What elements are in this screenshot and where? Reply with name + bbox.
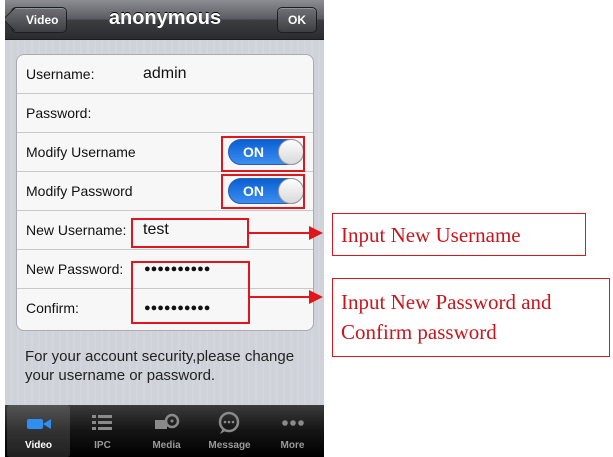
username-value: admin: [143, 65, 187, 82]
username-label: Username:: [26, 66, 95, 82]
password-label: Password:: [26, 105, 92, 121]
username-row: Username: admin: [17, 55, 313, 94]
film-reel-icon: [155, 413, 180, 429]
tab-ipc[interactable]: IPC: [71, 405, 134, 457]
username-arrow-line: [249, 232, 311, 234]
arrow-head-icon: [309, 226, 323, 240]
tab-video[interactable]: Video: [7, 405, 70, 457]
toggle-highlight-box: [221, 136, 305, 172]
callout-new-password: Input New Password and Confirm password: [332, 278, 610, 357]
navigation-bar: Video anonymous OK: [5, 0, 324, 40]
new-password-label: New Password:: [26, 261, 124, 277]
callout-new-username: Input New Username: [332, 213, 586, 256]
arrow-head-icon: [309, 290, 323, 304]
speech-bubble-icon: [218, 411, 240, 434]
toggle-highlight-box: [221, 174, 305, 209]
new-password-highlight-box: [131, 261, 250, 324]
back-button[interactable]: Video: [11, 7, 68, 33]
tab-message[interactable]: Message: [198, 405, 261, 457]
password-arrow-line: [250, 296, 312, 298]
new-username-label: New Username:: [26, 222, 127, 238]
tab-more[interactable]: More: [261, 405, 324, 457]
new-username-highlight-box: [131, 218, 249, 248]
security-note: For your account security,please change …: [25, 348, 295, 384]
tab-bar: Video IPC Media Message More: [5, 405, 324, 457]
list-icon: [92, 415, 112, 430]
more-dots-icon: [282, 420, 304, 426]
modify-password-label: Modify Password: [26, 183, 133, 199]
tab-media[interactable]: Media: [135, 405, 198, 457]
confirm-label: Confirm:: [26, 300, 79, 316]
video-camera-icon: [27, 419, 51, 429]
page-title: anonymous: [108, 7, 222, 29]
modify-username-label: Modify Username: [26, 144, 136, 160]
password-row[interactable]: Password:: [17, 94, 313, 133]
ok-button[interactable]: OK: [277, 7, 317, 33]
